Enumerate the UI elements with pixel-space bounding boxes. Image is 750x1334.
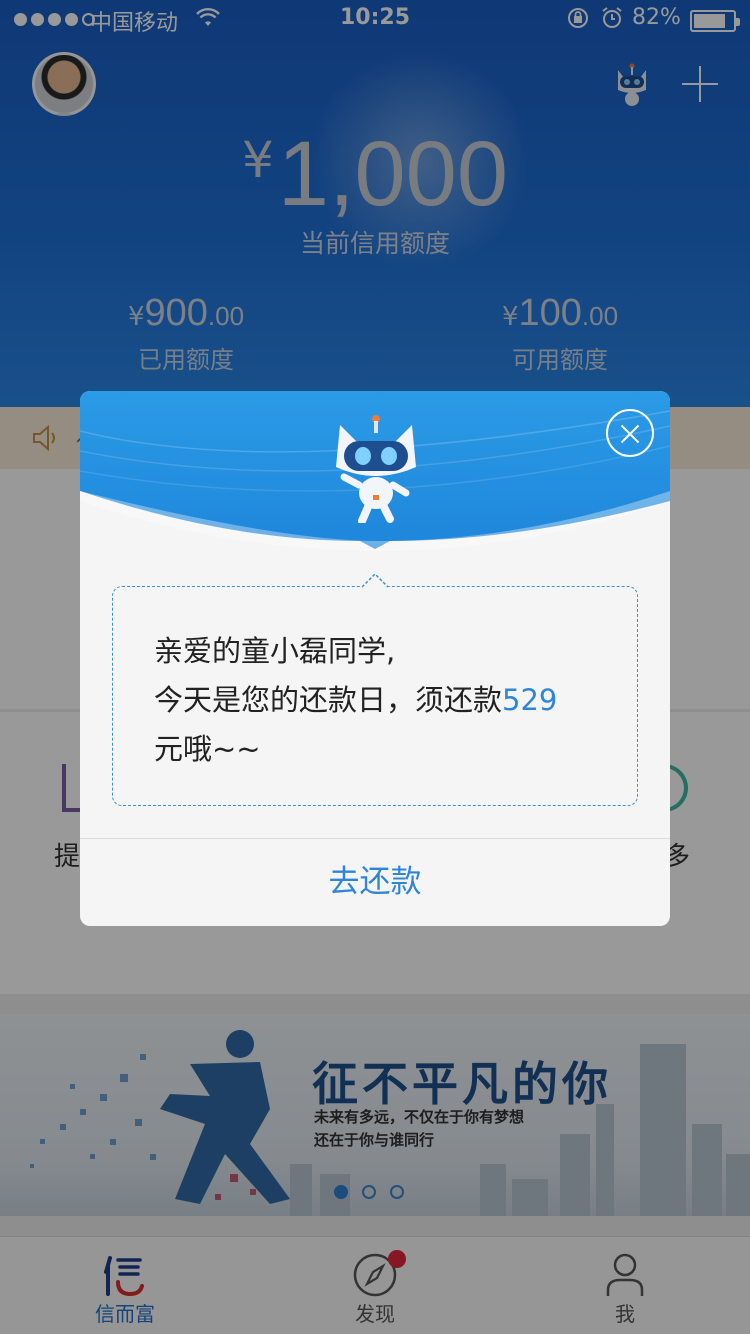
mascot-robot-icon <box>336 415 416 523</box>
repayment-amount: 529 <box>502 683 558 717</box>
repayment-dialog: 亲爱的童小磊同学, 今天是您的还款日，须还款529 元哦~~ 去还款 <box>80 391 670 926</box>
reminder-line-end: 元哦~~ <box>154 732 261 766</box>
repayment-message: 亲爱的童小磊同学, 今天是您的还款日，须还款529 元哦~~ <box>154 627 624 774</box>
go-repay-button[interactable]: 去还款 <box>80 839 670 926</box>
close-button[interactable] <box>606 409 654 457</box>
greeting-line: 亲爱的童小磊同学, <box>154 634 396 668</box>
reminder-line: 今天是您的还款日，须还款529 <box>154 683 558 717</box>
bubble-arrow <box>362 573 388 588</box>
